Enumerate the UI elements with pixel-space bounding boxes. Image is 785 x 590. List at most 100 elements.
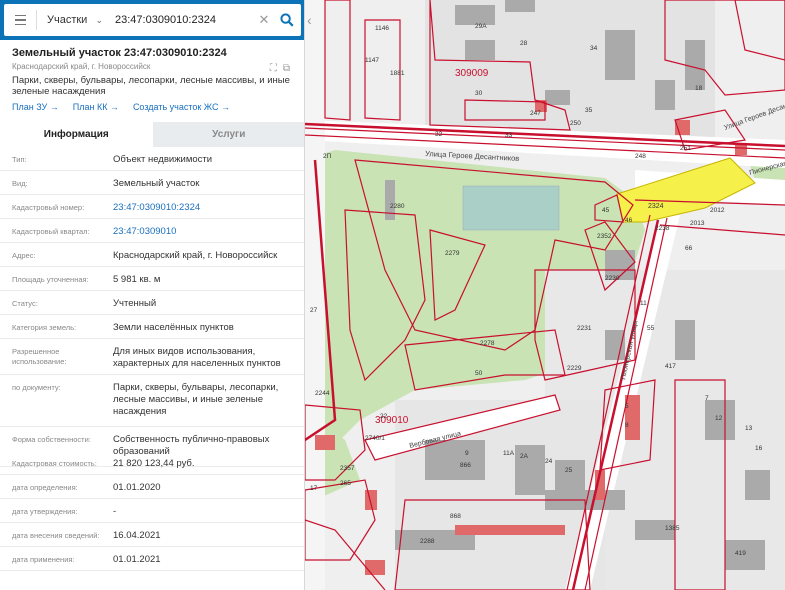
parcel-number-label: 24 xyxy=(545,458,553,465)
menu-icon[interactable] xyxy=(4,4,36,36)
parcel-number-label: 33 xyxy=(505,132,513,139)
info-label: Площадь уточненная: xyxy=(12,275,89,284)
parcel-number-label: 868 xyxy=(450,513,461,520)
search-type-label: Участки xyxy=(47,14,88,26)
parcel-number-label: 2231 xyxy=(577,325,592,332)
search-type-select[interactable]: Участки ⌄ xyxy=(37,4,109,36)
info-label: Кадастровый квартал: xyxy=(12,227,90,236)
parcel-number-label: 2230 xyxy=(605,275,620,282)
info-value: 01.01.2021 xyxy=(113,554,161,565)
info-row: Статус: Учтенный xyxy=(0,291,304,315)
info-value: Объект недвижимости xyxy=(113,154,213,165)
chevron-down-icon: ⌄ xyxy=(95,14,103,25)
info-value: 5 981 кв. м xyxy=(113,274,161,285)
parcel-number-label: 34 xyxy=(590,45,598,52)
parcel-number-label: 2012 xyxy=(710,207,725,214)
info-row: дата применения: 01.01.2021 xyxy=(0,547,304,571)
parcel-number-label: 46 xyxy=(625,217,633,224)
parcel-number-label: 248 xyxy=(635,153,646,160)
search-box: Участки ⌄ 23:47:0309010:2324 ✕ xyxy=(4,4,301,36)
plan-zu-link[interactable]: План ЗУ → xyxy=(12,102,59,112)
info-value: Земельный участок xyxy=(113,178,200,189)
parcel-number-label: 2013 xyxy=(690,220,705,227)
info-row: Кадастровый квартал: 23:47:0309010 xyxy=(0,219,304,243)
info-label: Кадастровая стоимость: xyxy=(12,459,97,468)
parcel-number-label: 12 xyxy=(715,415,723,422)
parcel-number-label: 5 xyxy=(625,403,629,410)
copy-icon[interactable]: ⧉ xyxy=(283,63,290,74)
info-value[interactable]: 23:47:0309010:2324 xyxy=(113,202,298,214)
parcel-number-label: 18 xyxy=(695,85,703,92)
search-bar: Участки ⌄ 23:47:0309010:2324 ✕ xyxy=(0,0,304,40)
info-row: дата определения: 01.01.2020 xyxy=(0,475,304,499)
collapse-panel-icon[interactable]: ‹ xyxy=(307,12,312,28)
create-parcel-link[interactable]: Создать участок ЖС → xyxy=(133,102,230,112)
parcel-number-label: 55 xyxy=(647,325,655,332)
info-label: Разрешенное использование: xyxy=(12,347,67,366)
info-row: дата внесения сведений: 16.04.2021 xyxy=(0,523,304,547)
parcel-number-label: 1146 xyxy=(375,25,389,32)
zoom-to-icon[interactable]: ⛶ xyxy=(270,63,277,74)
quarter-label: 309009 xyxy=(455,68,489,79)
info-row: по документу: Парки, скверы, бульвары, ле… xyxy=(0,375,304,427)
info-value: Учтенный xyxy=(113,298,157,309)
parcel-number-label: 16 xyxy=(755,445,763,452)
parcel-number-label: 2А xyxy=(520,453,529,460)
map[interactable]: Улица Героев Десантников Улица Героев Де… xyxy=(305,0,785,590)
info-label: Форма собственности: xyxy=(12,435,91,444)
parcel-number-label: 7 xyxy=(705,395,709,402)
parcel-number-label: 2352 xyxy=(597,233,612,240)
info-value: Краснодарский край, г. Новороссийск xyxy=(113,250,278,261)
parcel-number-label: 17 xyxy=(310,485,318,492)
info-value[interactable]: 23:47:0309010 xyxy=(113,226,298,238)
parcel-number-label: 11 xyxy=(640,300,647,307)
parcel-number-label: 2280 xyxy=(390,203,405,210)
parcel-number-label: 419 xyxy=(735,550,746,557)
search-button[interactable] xyxy=(273,4,301,36)
info-value: Для иных видов использования, характерны… xyxy=(113,346,281,369)
info-label: дата применения: xyxy=(12,555,75,564)
clear-icon[interactable]: ✕ xyxy=(255,12,273,28)
parcel-number-label: 11А xyxy=(503,450,515,457)
object-links: План ЗУ → План КК → Создать участок ЖС → xyxy=(12,102,293,112)
parcel-number-label: 1881 xyxy=(390,70,405,77)
info-value: Парки, скверы, бульвары, лесопарки, лесн… xyxy=(113,382,279,417)
parcel-number-label: 45 xyxy=(602,207,610,214)
tab-services[interactable]: Услуги xyxy=(153,122,305,147)
info-label: Категория земель: xyxy=(12,323,77,332)
parcel-number-label: 265 xyxy=(340,480,351,487)
tab-info[interactable]: Информация xyxy=(0,122,153,147)
parcel-number-label: 25 xyxy=(565,467,573,474)
info-label: Кадастровый номер: xyxy=(12,203,85,212)
parcel-number-label: 2П xyxy=(323,153,332,160)
parcel-number-label: 2238 xyxy=(655,225,670,232)
parcel-number-label: 2279 xyxy=(445,250,460,257)
info-row: Категория земель: Земли населённых пункто… xyxy=(0,315,304,339)
info-value: 01.01.2020 xyxy=(113,482,161,493)
info-value: 21 820 123,44 руб. xyxy=(113,458,195,469)
info-row: Кадастровый номер: 23:47:0309010:2324 xyxy=(0,195,304,219)
highlight-label: 2324 xyxy=(648,203,664,210)
info-row: Площадь уточненная: 5 981 кв. м xyxy=(0,267,304,291)
info-row: Кадастровая стоимость: 21 820 123,44 руб. xyxy=(0,451,304,475)
parcel-number-label: 9 xyxy=(465,450,469,457)
info-row: Вид: Земельный участок xyxy=(0,171,304,195)
plan-kk-link[interactable]: План КК → xyxy=(73,102,119,112)
object-description: Парки, скверы, бульвары, лесопарки, лесн… xyxy=(12,75,290,97)
parcel-number-label: 2244 xyxy=(315,390,330,397)
search-input[interactable]: 23:47:0309010:2324 xyxy=(109,14,255,26)
object-header: Земельный участок 23:47:0309010:2324 Кра… xyxy=(0,40,304,112)
parcel-number-label: 2278 xyxy=(480,340,495,347)
info-row: Адрес: Краснодарский край, г. Новороссийс… xyxy=(0,243,304,267)
info-value: 16.04.2021 xyxy=(113,530,161,541)
parcel-number-label: 66 xyxy=(685,245,693,252)
pond xyxy=(462,185,560,231)
parcel-number-label: 13 xyxy=(745,425,753,432)
info-label: Статус: xyxy=(12,299,38,308)
map-canvas[interactable]: Улица Героев Десантников Улица Героев Де… xyxy=(305,0,785,590)
info-row: Разрешенное использование: Для иных видов… xyxy=(0,339,304,375)
info-label: по документу: xyxy=(12,383,61,392)
object-subtitle: Краснодарский край, г. Новороссийск xyxy=(12,62,151,71)
info-label: Тип: xyxy=(12,155,27,164)
info-value: Земли населённых пунктов xyxy=(113,322,234,333)
